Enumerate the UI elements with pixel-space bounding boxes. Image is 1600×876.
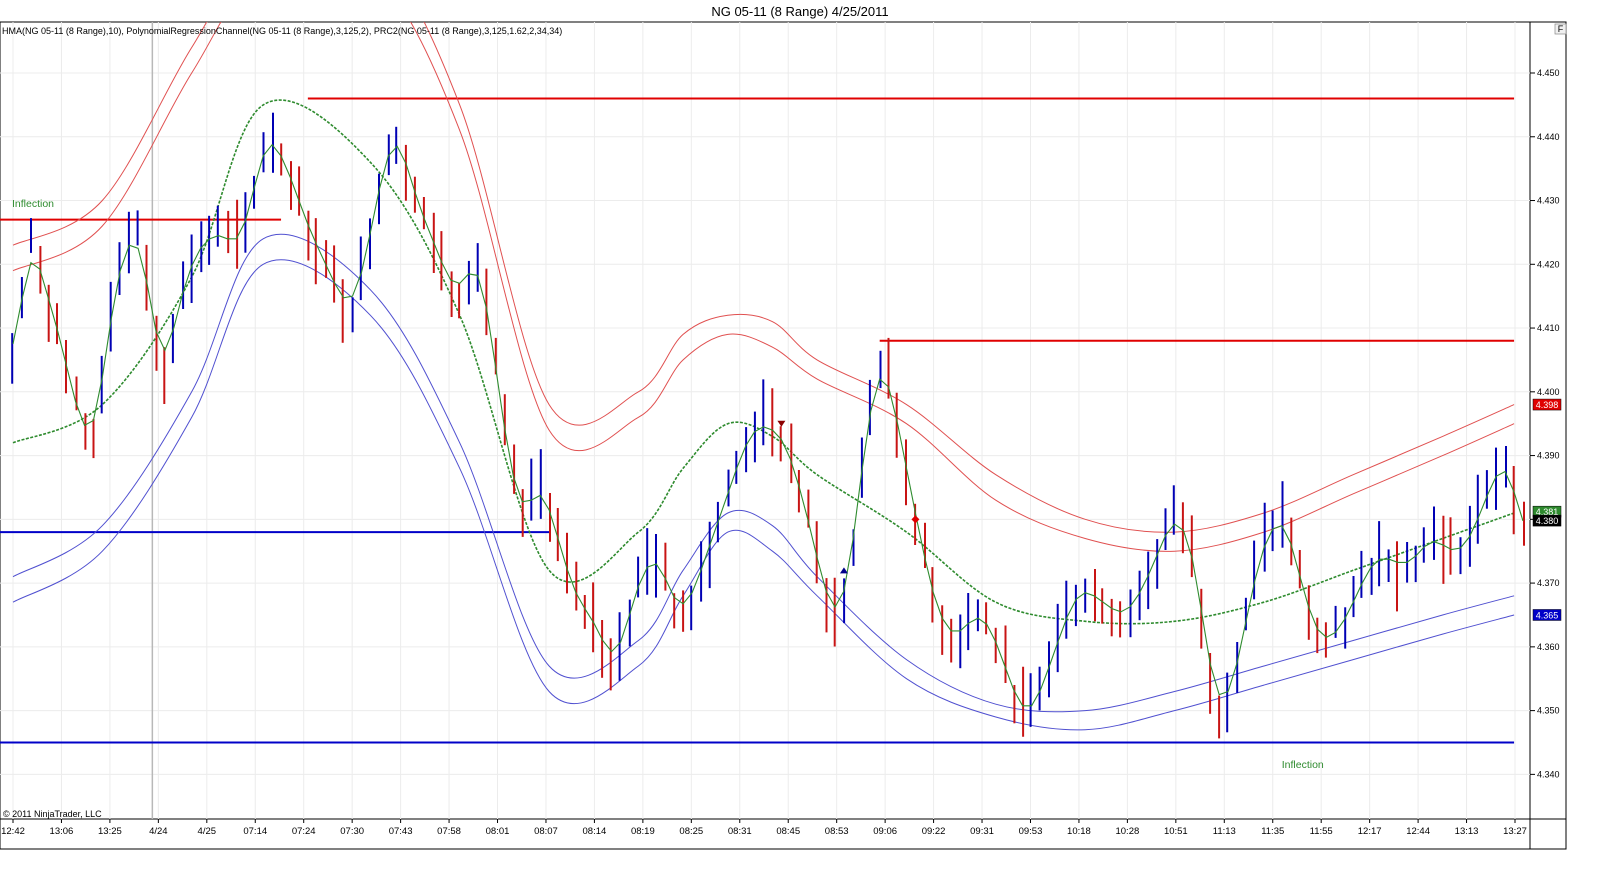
x-tick-label: 08:07 xyxy=(534,826,558,837)
x-tick-label: 13:27 xyxy=(1503,826,1527,837)
price-chart[interactable]: NG 05-11 (8 Range) 4/25/2011 Inflection I… xyxy=(0,0,1600,876)
x-tick-label: 12:44 xyxy=(1406,826,1430,837)
x-tick-label: 08:14 xyxy=(583,826,607,837)
chart-background xyxy=(0,0,1600,876)
x-tick-label: 08:01 xyxy=(486,826,510,837)
y-tick-label: 4.400 xyxy=(1537,387,1560,397)
price-badge-label: 4.380 xyxy=(1536,516,1559,526)
indicator-label: HMA(NG 05-11 (8 Range),10), PolynomialRe… xyxy=(2,26,562,36)
x-tick-label: 07:24 xyxy=(292,826,316,837)
x-tick-label: 10:18 xyxy=(1067,826,1091,837)
x-tick-label: 11:55 xyxy=(1310,826,1333,837)
y-tick-label: 4.350 xyxy=(1537,706,1560,716)
x-tick-label: 13:06 xyxy=(50,826,74,837)
x-tick-label: 08:25 xyxy=(679,826,703,837)
inflection-annotation: Inflection xyxy=(1282,759,1324,771)
y-tick-label: 4.370 xyxy=(1537,578,1560,588)
y-tick-label: 4.440 xyxy=(1537,132,1560,142)
x-tick-label: 09:53 xyxy=(1019,826,1043,837)
price-badge-label: 4.398 xyxy=(1536,400,1559,410)
x-tick-label: 4/25 xyxy=(198,826,217,837)
x-tick-label: 10:51 xyxy=(1164,826,1188,837)
x-tick-label: 11:35 xyxy=(1261,826,1284,837)
y-tick-label: 4.340 xyxy=(1537,769,1560,779)
inflection-annotation: Inflection xyxy=(12,198,54,210)
x-tick-label: 4/24 xyxy=(149,826,168,837)
y-tick-label: 4.450 xyxy=(1537,68,1560,78)
copyright-text: © 2011 NinjaTrader, LLC xyxy=(3,809,102,819)
x-tick-label: 07:58 xyxy=(437,826,461,837)
x-tick-label: 08:31 xyxy=(728,826,752,837)
x-tick-label: 09:22 xyxy=(922,826,946,837)
y-tick-label: 4.430 xyxy=(1537,196,1560,206)
y-tick-label: 4.360 xyxy=(1537,642,1560,652)
x-tick-label: 12:17 xyxy=(1358,826,1382,837)
x-tick-label: 07:43 xyxy=(389,826,413,837)
chart-title: NG 05-11 (8 Range) 4/25/2011 xyxy=(711,4,888,19)
y-tick-label: 4.390 xyxy=(1537,451,1560,461)
x-tick-label: 10:28 xyxy=(1115,826,1139,837)
x-tick-label: 07:30 xyxy=(340,826,364,837)
x-tick-label: 13:13 xyxy=(1455,826,1479,837)
x-tick-label: 08:19 xyxy=(631,826,655,837)
x-tick-label: 09:31 xyxy=(970,826,994,837)
y-tick-label: 4.420 xyxy=(1537,259,1560,269)
x-tick-label: 08:45 xyxy=(776,826,800,837)
corner-button[interactable]: F xyxy=(1554,23,1567,35)
x-tick-label: 08:53 xyxy=(825,826,849,837)
x-tick-label: 09:06 xyxy=(873,826,897,837)
y-tick-label: 4.410 xyxy=(1537,323,1560,333)
x-tick-label: 07:14 xyxy=(243,826,267,837)
price-badge-label: 4.365 xyxy=(1536,610,1559,620)
x-tick-label: 12:42 xyxy=(1,826,25,837)
x-tick-label: 13:25 xyxy=(98,826,122,837)
x-tick-label: 11:13 xyxy=(1213,826,1236,837)
svg-text:F: F xyxy=(1558,24,1564,34)
